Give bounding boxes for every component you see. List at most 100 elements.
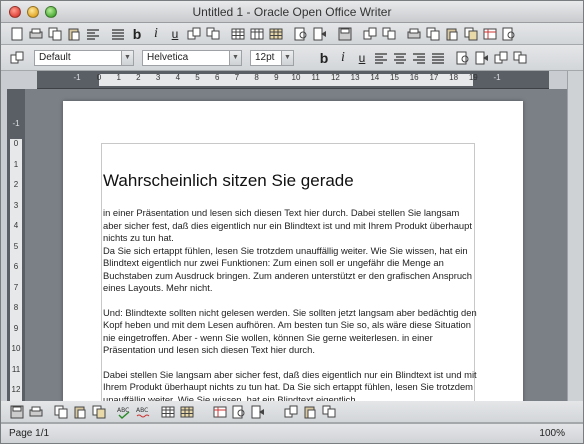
ruler-tick-label: 0: [96, 73, 102, 82]
insert-table-icon[interactable]: [249, 26, 265, 42]
chevron-down-icon[interactable]: ▼: [229, 50, 241, 65]
font-name-select[interactable]: Helvetica ▼: [142, 49, 242, 66]
document-page[interactable]: Wahrscheinlich sitzen Sie gerade in eine…: [63, 101, 523, 401]
print-icon[interactable]: [28, 404, 44, 420]
document-canvas[interactable]: Wahrscheinlich sitzen Sie gerade in eine…: [25, 89, 567, 401]
align-left-icon[interactable]: [85, 26, 101, 42]
grid-icon[interactable]: [268, 26, 284, 42]
ruler-tick-label: 3: [155, 73, 161, 82]
copy-icon[interactable]: [47, 26, 63, 42]
find-icon[interactable]: [293, 26, 309, 42]
ruler-tick-label: 4: [175, 73, 181, 82]
navigator-icon[interactable]: [250, 404, 266, 420]
align-right-icon[interactable]: [411, 50, 427, 66]
ruler-tick-label: 1: [116, 73, 121, 82]
paragraph[interactable]: in einer Präsentation und lesen sich die…: [103, 207, 477, 245]
autospellcheck-icon[interactable]: ABC: [135, 404, 151, 420]
frame-right-icon[interactable]: [512, 50, 528, 66]
document-heading[interactable]: Wahrscheinlich sitzen Sie gerade: [103, 171, 354, 191]
ruler-tick-label: 19: [468, 73, 478, 82]
printer-icon[interactable]: [406, 26, 422, 42]
find-replace-icon[interactable]: [455, 50, 471, 66]
styles-icon[interactable]: [9, 50, 25, 66]
frame-alt-icon[interactable]: [321, 404, 337, 420]
chevron-down-icon[interactable]: ▼: [121, 50, 133, 65]
zoom-level[interactable]: 100%: [539, 428, 565, 439]
underline-button[interactable]: u: [167, 27, 183, 41]
spellcheck-icon[interactable]: ABC: [116, 404, 132, 420]
underline-button[interactable]: u: [354, 51, 370, 65]
justify-icon[interactable]: [430, 50, 446, 66]
paste-icon[interactable]: [66, 26, 82, 42]
paste-icon[interactable]: [72, 404, 88, 420]
paragraph-style-value: Default: [39, 52, 71, 63]
paragraph-style-select[interactable]: Default ▼: [34, 49, 134, 66]
search-document-icon[interactable]: [501, 26, 517, 42]
ruler-tick-label: 13: [350, 73, 360, 82]
vertical-ruler[interactable]: -1 0 1 2 3 4 5 6 7 8 9 10 11 12: [7, 89, 25, 401]
navigator-icon[interactable]: [312, 26, 328, 42]
grid-icon[interactable]: [179, 404, 195, 420]
copy-icon[interactable]: [53, 404, 69, 420]
ruler-tick-label: 6: [13, 262, 19, 271]
clone-icon[interactable]: [91, 404, 107, 420]
italic-button[interactable]: i: [148, 26, 164, 42]
paragraph[interactable]: Und: Blindtexte sollten nicht gelesen we…: [103, 307, 477, 357]
ruler-tick-label: 2: [136, 73, 141, 82]
cut-icon[interactable]: [425, 26, 441, 42]
save-icon[interactable]: [337, 26, 353, 42]
clipboard-icon[interactable]: [444, 26, 460, 42]
italic-button[interactable]: i: [335, 50, 351, 66]
print-icon[interactable]: [28, 26, 44, 42]
font-size-select[interactable]: 12pt ▼: [250, 49, 294, 66]
ruler-tick-label: -1: [493, 73, 501, 82]
align-left-icon[interactable]: [373, 50, 389, 66]
align-justify-icon[interactable]: [110, 26, 126, 42]
clone-icon[interactable]: [463, 26, 479, 42]
bold-button[interactable]: b: [316, 50, 332, 66]
align-center-icon[interactable]: [392, 50, 408, 66]
svg-text:ABC: ABC: [136, 407, 148, 414]
ruler-tick-label: 10: [291, 73, 301, 82]
font-size-value: 12pt: [255, 52, 275, 63]
frame-left-icon[interactable]: [493, 50, 509, 66]
formatting-toolbar: Default ▼ Helvetica ▼ 12pt ▼ b i u: [1, 45, 583, 71]
table-alt-icon[interactable]: [212, 404, 228, 420]
table-icon[interactable]: [160, 404, 176, 420]
paste-special-icon[interactable]: [302, 404, 318, 420]
frame-icon[interactable]: [283, 404, 299, 420]
page-indicator[interactable]: Page 1/1: [9, 428, 49, 439]
ruler-tick-label: 5: [13, 241, 19, 251]
frame-alt-icon[interactable]: [381, 26, 397, 42]
ruler-tick-label: 8: [13, 303, 19, 312]
navigator-arrow-icon[interactable]: [474, 50, 490, 66]
find-icon[interactable]: [231, 404, 247, 420]
ruler-tick-label: 11: [311, 73, 320, 82]
paragraph[interactable]: Dabei stellen Sie langsam aber sicher fe…: [103, 369, 477, 402]
writer-window: Untitled 1 - Oracle Open Office Writer b…: [0, 0, 584, 444]
ruler-tick-label: 6: [214, 73, 220, 82]
frame-icon[interactable]: [362, 26, 378, 42]
paragraph[interactable]: Da Sie sich ertappt fühlen, lesen Sie tr…: [103, 245, 477, 295]
ruler-tick-label: 7: [234, 73, 240, 82]
ruler-tick-label: 9: [274, 73, 279, 82]
table-alt-icon[interactable]: [482, 26, 498, 42]
ruler-tick-label: 5: [195, 73, 200, 82]
vertical-scrollbar[interactable]: [567, 71, 583, 401]
ruler-tick-label: 17: [429, 73, 439, 82]
ruler-tick-label: 15: [390, 73, 399, 82]
redo-icon[interactable]: [205, 26, 221, 42]
save-icon[interactable]: [9, 404, 25, 420]
table-icon[interactable]: [230, 26, 246, 42]
ruler-tick-label: 12: [11, 385, 21, 394]
ruler-tick-label: 1: [13, 159, 19, 169]
ruler-tick-label: 7: [13, 282, 19, 292]
undo-icon[interactable]: [186, 26, 202, 42]
horizontal-ruler[interactable]: -1 0 1 2 3 4 5 6 7 8 9 10 11 12 13 14 15 16 17 18 19 -1: [37, 71, 549, 89]
window-title: Untitled 1 - Oracle Open Office Writer: [192, 5, 392, 19]
document-body[interactable]: in einer Präsentation und lesen sich die…: [103, 207, 477, 401]
bold-button[interactable]: b: [129, 26, 145, 42]
new-document-icon[interactable]: [9, 26, 25, 42]
chevron-down-icon[interactable]: ▼: [281, 50, 293, 65]
ruler-tick-label: -1: [73, 73, 81, 82]
